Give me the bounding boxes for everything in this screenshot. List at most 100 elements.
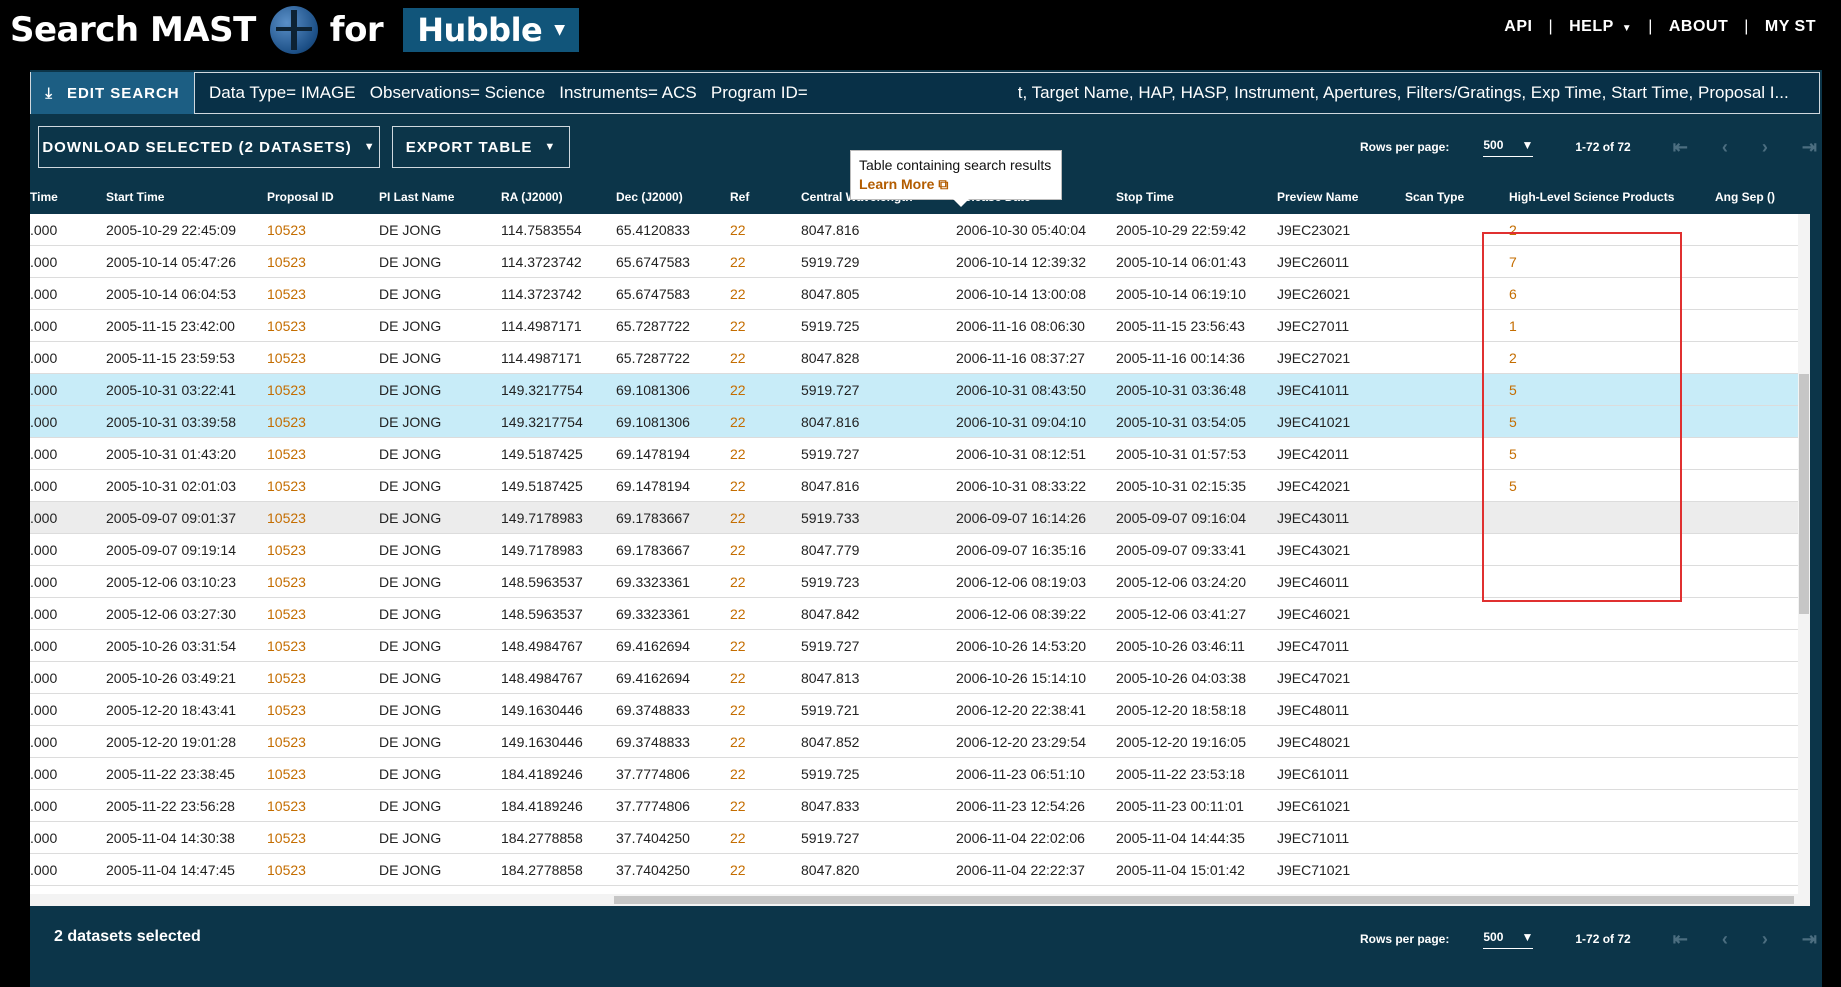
cell-ref[interactable]: 22 [730,574,746,590]
next-page-icon[interactable]: › [1762,929,1768,950]
nav-api[interactable]: API [1504,18,1532,36]
cell-release-date: 2006-09-07 16:14:26 [956,510,1086,526]
column-header-ref[interactable]: Ref [730,190,749,204]
cell-ref[interactable]: 22 [730,670,746,686]
cell-ref[interactable]: 22 [730,446,746,462]
table-row[interactable]: .000 2005-11-04 14:30:38 10523 DE JONG 184.2… [30,822,1810,854]
cell-ref[interactable]: 22 [730,638,746,654]
cell-time: .000 [30,446,58,462]
cell-proposal-id[interactable]: 10523 [267,702,306,718]
cell-ref[interactable]: 22 [730,542,746,558]
column-header-scan-type[interactable]: Scan Type [1405,190,1464,204]
table-row[interactable]: .000 2005-12-06 03:27:30 10523 DE JONG 148.5… [30,598,1810,630]
vertical-scrollbar[interactable] [1798,214,1810,906]
cell-ref[interactable]: 22 [730,798,746,814]
cell-proposal-id[interactable]: 10523 [267,606,306,622]
cell-ref[interactable]: 22 [730,318,746,334]
column-header-stop-time[interactable]: Stop Time [1116,190,1174,204]
cell-proposal-id[interactable]: 10523 [267,510,306,526]
cell-proposal-id[interactable]: 10523 [267,414,306,430]
cell-proposal-id[interactable]: 10523 [267,830,306,846]
prev-page-icon[interactable]: ‹ [1722,929,1728,950]
scroll-thumb[interactable] [614,896,1794,904]
cell-pi-last-name: DE JONG [379,734,442,750]
download-selected-button[interactable]: DOWNLOAD SELECTED (2 DATASETS) ▼ [38,126,380,168]
cell-central-wavelength: 5919.729 [801,254,860,270]
cell-ref[interactable]: 22 [730,414,746,430]
cell-proposal-id[interactable]: 10523 [267,862,306,878]
cell-proposal-id[interactable]: 10523 [267,446,306,462]
cell-pi-last-name: DE JONG [379,798,442,814]
column-header-hlsp[interactable]: High-Level Science Products [1509,190,1674,204]
cell-proposal-id[interactable]: 10523 [267,382,306,398]
column-header-time[interactable]: Time [30,190,58,204]
column-header-ang-sep[interactable]: Ang Sep () [1715,190,1775,204]
rows-per-page-select[interactable]: 500 ▼ [1483,930,1534,949]
cell-ref[interactable]: 22 [730,286,746,302]
cell-proposal-id[interactable]: 10523 [267,318,306,334]
nav-my-st[interactable]: MY ST [1765,18,1816,36]
column-header-proposal-id[interactable]: Proposal ID [267,190,334,204]
nav-about[interactable]: ABOUT [1669,18,1728,36]
next-page-icon[interactable]: › [1762,137,1768,158]
cell-proposal-id[interactable]: 10523 [267,638,306,654]
scroll-thumb[interactable] [1799,374,1809,614]
first-page-icon[interactable]: ⇤ [1673,137,1688,158]
nav-help[interactable]: HELP ▼ [1569,18,1632,36]
column-header-preview-name[interactable]: Preview Name [1277,190,1358,204]
for-word: for [329,10,384,50]
edit-search-button[interactable]: ⤓ EDIT SEARCH [31,72,195,114]
table-row[interactable]: .000 2005-11-22 23:56:28 10523 DE JONG 184.4… [30,790,1810,822]
table-row[interactable]: .000 2005-11-22 23:38:45 10523 DE JONG 184.4… [30,758,1810,790]
cell-ref[interactable]: 22 [730,350,746,366]
column-header-ra[interactable]: RA (J2000) [501,190,563,204]
table-row[interactable]: .000 2005-12-20 18:43:41 10523 DE JONG 149.1… [30,694,1810,726]
mast-logo-icon [269,6,318,54]
cell-proposal-id[interactable]: 10523 [267,222,306,238]
cell-start-time: 2005-10-14 05:47:26 [106,254,236,270]
last-page-icon[interactable]: ⇥ [1802,137,1817,158]
chevron-down-icon: ▼ [363,141,376,153]
cell-proposal-id[interactable]: 10523 [267,734,306,750]
learn-more-link[interactable]: Learn More ⧉ [859,176,1053,193]
horizontal-scrollbar[interactable] [30,894,1798,906]
cell-ref[interactable]: 22 [730,830,746,846]
cell-ref[interactable]: 22 [730,862,746,878]
cell-central-wavelength: 5919.727 [801,446,860,462]
column-header-dec[interactable]: Dec (J2000) [616,190,683,204]
cell-ref[interactable]: 22 [730,734,746,750]
cell-proposal-id[interactable]: 10523 [267,670,306,686]
cell-ref[interactable]: 22 [730,510,746,526]
cell-central-wavelength: 5919.727 [801,382,860,398]
cell-proposal-id[interactable]: 10523 [267,574,306,590]
table-row[interactable]: .000 2005-10-26 03:31:54 10523 DE JONG 148.4… [30,630,1810,662]
cell-proposal-id[interactable]: 10523 [267,542,306,558]
first-page-icon[interactable]: ⇤ [1673,929,1688,950]
cell-ref[interactable]: 22 [730,254,746,270]
cell-ref[interactable]: 22 [730,702,746,718]
cell-pi-last-name: DE JONG [379,638,442,654]
column-header-pi-last-name[interactable]: PI Last Name [379,190,454,204]
export-table-button[interactable]: EXPORT TABLE ▼ [392,126,570,168]
table-row[interactable]: .000 2005-12-20 19:01:28 10523 DE JONG 149.1… [30,726,1810,758]
cell-proposal-id[interactable]: 10523 [267,254,306,270]
last-page-icon[interactable]: ⇥ [1802,929,1817,950]
cell-ref[interactable]: 22 [730,382,746,398]
cell-proposal-id[interactable]: 10523 [267,286,306,302]
cell-proposal-id[interactable]: 10523 [267,766,306,782]
cell-proposal-id[interactable]: 10523 [267,798,306,814]
cell-proposal-id[interactable]: 10523 [267,350,306,366]
cell-ref[interactable]: 22 [730,222,746,238]
cell-start-time: 2005-11-15 23:42:00 [106,318,235,334]
table-row[interactable]: .000 2005-11-04 14:47:45 10523 DE JONG 184.2… [30,854,1810,886]
cell-ref[interactable]: 22 [730,766,746,782]
cell-proposal-id[interactable]: 10523 [267,478,306,494]
prev-page-icon[interactable]: ‹ [1722,137,1728,158]
cell-ref[interactable]: 22 [730,478,746,494]
rows-per-page-select[interactable]: 500 ▼ [1483,138,1534,157]
mission-selector[interactable]: Hubble ▼ [403,8,579,52]
column-header-start-time[interactable]: Start Time [106,190,164,204]
table-row[interactable]: .000 2005-10-26 03:49:21 10523 DE JONG 148.4… [30,662,1810,694]
cell-ref[interactable]: 22 [730,606,746,622]
cell-time: .000 [30,478,58,494]
